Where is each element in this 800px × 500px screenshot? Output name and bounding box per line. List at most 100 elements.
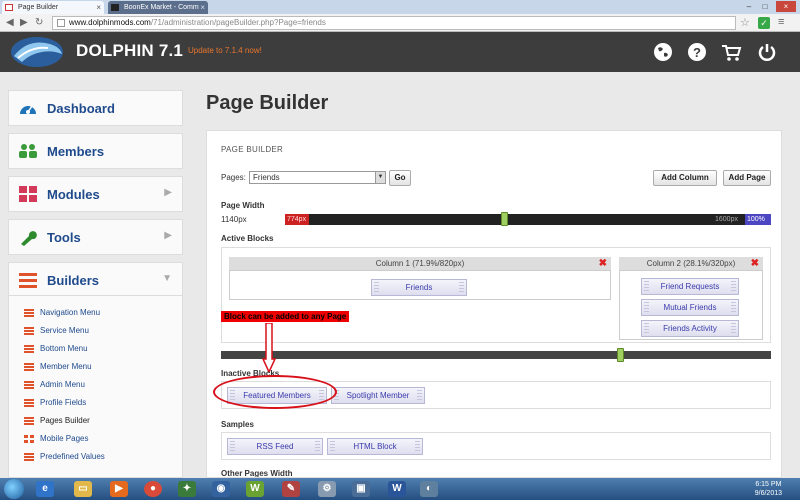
sidebar-item-label: Modules — [47, 187, 100, 202]
go-button[interactable]: Go — [389, 170, 411, 186]
column-1-title: Column 1 (71.9%/820px) — [375, 259, 465, 268]
gauge-icon — [20, 105, 36, 114]
submenu-service-menu[interactable]: Service Menu — [24, 324, 89, 338]
submenu-label: Navigation Menu — [40, 308, 101, 317]
section-title: PAGE BUILDER — [221, 145, 284, 154]
submenu-label: Profile Fields — [40, 398, 87, 407]
reload-icon[interactable]: ↻ — [35, 17, 43, 28]
sidebar-item-label: Tools — [47, 230, 81, 245]
taskbar: e ▭ ▶ ● ✦ ◉ W ✎ ⚙ ▣ W ◐ 6:15 PM 9/6/2013 — [0, 478, 800, 500]
winamp-icon[interactable]: W — [246, 481, 264, 497]
clock-time: 6:15 PM — [755, 481, 782, 488]
pages-label: Pages: — [221, 173, 246, 182]
column-2-header[interactable]: Column 2 (28.1%/320px) ✖ — [619, 257, 763, 270]
add-page-button[interactable]: Add Page — [723, 170, 771, 186]
samples-label: Samples — [221, 420, 254, 429]
favicon-icon — [5, 4, 13, 11]
url-path: /71/administration/pageBuilder.php?Page=… — [150, 18, 326, 27]
app-icon[interactable]: ◐ — [420, 481, 438, 497]
annotation-arrow-icon — [262, 323, 276, 373]
divider-handle[interactable] — [617, 348, 624, 362]
add-column-button[interactable]: Add Column — [653, 170, 717, 186]
sidebar-item-tools[interactable]: Tools ▶ — [8, 219, 183, 255]
browser-tab-strip: Page Builder × BoonEx Market - Comm × – … — [0, 0, 800, 14]
submenu-label: Admin Menu — [40, 380, 85, 389]
close-window-button[interactable]: × — [776, 1, 796, 12]
sidebar-item-builders[interactable]: Builders ▼ — [8, 262, 183, 296]
firefox-icon[interactable]: ◉ — [212, 481, 230, 497]
list-icon — [24, 327, 34, 335]
browser-menu-icon[interactable]: ≡ — [778, 16, 784, 28]
active-blocks-label: Active Blocks — [221, 234, 274, 243]
extension-icon[interactable]: ✓ — [758, 17, 770, 29]
remove-column-icon[interactable]: ✖ — [751, 257, 759, 270]
column-1-header[interactable]: Column 1 (71.9%/820px) ✖ — [229, 257, 611, 270]
list-icon — [19, 273, 37, 288]
slider-handle[interactable] — [501, 212, 508, 226]
chrome-icon[interactable]: ● — [144, 481, 162, 497]
submenu-profile-fields[interactable]: Profile Fields — [24, 396, 86, 410]
block-html-block[interactable]: HTML Block — [327, 438, 423, 455]
sidebar-item-dashboard[interactable]: Dashboard — [8, 90, 183, 126]
page-width-value: 1140px — [221, 215, 247, 224]
word-icon[interactable]: W — [388, 481, 406, 497]
grid-icon — [19, 186, 37, 202]
globe-icon[interactable] — [652, 41, 674, 63]
start-button[interactable] — [4, 479, 24, 499]
sidebar-item-members[interactable]: Members — [8, 133, 183, 169]
submenu-label: Mobile Pages — [40, 434, 89, 443]
submenu-pages-builder[interactable]: Pages Builder — [24, 414, 90, 428]
remove-column-icon[interactable]: ✖ — [599, 257, 607, 270]
inactive-divider-bar — [221, 351, 771, 359]
system-tray: 6:15 PM 9/6/2013 — [702, 478, 800, 500]
submenu-bottom-menu[interactable]: Bottom Menu — [24, 342, 88, 356]
submenu-predefined-values[interactable]: Predefined Values — [24, 450, 105, 464]
list-icon — [24, 309, 34, 317]
sidebar-item-label: Dashboard — [47, 101, 115, 116]
minimize-button[interactable]: – — [742, 1, 756, 12]
tab-boonex-market[interactable]: BoonEx Market - Comm × — [108, 1, 208, 14]
chevron-down-icon: ▼ — [162, 273, 172, 284]
block-friends[interactable]: Friends — [371, 279, 467, 296]
maximize-button[interactable]: □ — [758, 1, 772, 12]
chevron-right-icon: ▶ — [164, 187, 172, 198]
page-width-label: Page Width — [221, 201, 265, 210]
app-icon[interactable]: ⚙ — [318, 481, 336, 497]
block-rss-feed[interactable]: RSS Feed — [227, 438, 323, 455]
submenu-member-menu[interactable]: Member Menu — [24, 360, 92, 374]
app-icon[interactable]: ✎ — [282, 481, 300, 497]
media-player-icon[interactable]: ▶ — [110, 481, 128, 497]
tab-close-icon[interactable]: × — [200, 1, 205, 14]
update-link[interactable]: Update to 7.1.4 now! — [188, 46, 262, 55]
back-icon[interactable]: ◀ — [6, 17, 14, 28]
sidebar-item-modules[interactable]: Modules ▶ — [8, 176, 183, 212]
url-input[interactable]: www.dolphinmods.com/71/administration/pa… — [52, 16, 736, 30]
list-icon — [24, 345, 34, 353]
pages-select[interactable]: Friends ▼ — [249, 171, 386, 184]
forward-icon[interactable]: ▶ — [20, 17, 28, 28]
dolphin-logo-icon — [11, 37, 63, 67]
users-icon — [19, 144, 37, 158]
bookmark-star-icon[interactable]: ☆ — [740, 16, 750, 29]
app-icon[interactable]: ✦ — [178, 481, 196, 497]
block-friends-activity[interactable]: Friends Activity — [641, 320, 739, 337]
svg-text:?: ? — [693, 45, 701, 60]
block-mutual-friends[interactable]: Mutual Friends — [641, 299, 739, 316]
block-spotlight-member[interactable]: Spotlight Member — [331, 387, 425, 404]
submenu-navigation-menu[interactable]: Navigation Menu — [24, 306, 100, 320]
block-friend-requests[interactable]: Friend Requests — [641, 278, 739, 295]
clock[interactable]: 6:15 PM 9/6/2013 — [755, 480, 782, 498]
submenu-mobile-pages[interactable]: Mobile Pages — [24, 432, 88, 446]
submenu-admin-menu[interactable]: Admin Menu — [24, 378, 85, 392]
tab-close-icon[interactable]: × — [96, 1, 101, 14]
tab-page-builder[interactable]: Page Builder × — [2, 1, 104, 14]
help-icon[interactable]: ? — [686, 41, 708, 63]
page-icon — [57, 19, 65, 27]
power-icon[interactable] — [756, 41, 778, 63]
list-icon — [24, 417, 34, 425]
cart-icon[interactable] — [720, 41, 742, 63]
app-icon[interactable]: ▣ — [352, 481, 370, 497]
explorer-icon[interactable]: ▭ — [74, 481, 92, 497]
ie-icon[interactable]: e — [36, 481, 54, 497]
page-width-slider[interactable]: 774px 1600px 100% — [285, 214, 771, 225]
